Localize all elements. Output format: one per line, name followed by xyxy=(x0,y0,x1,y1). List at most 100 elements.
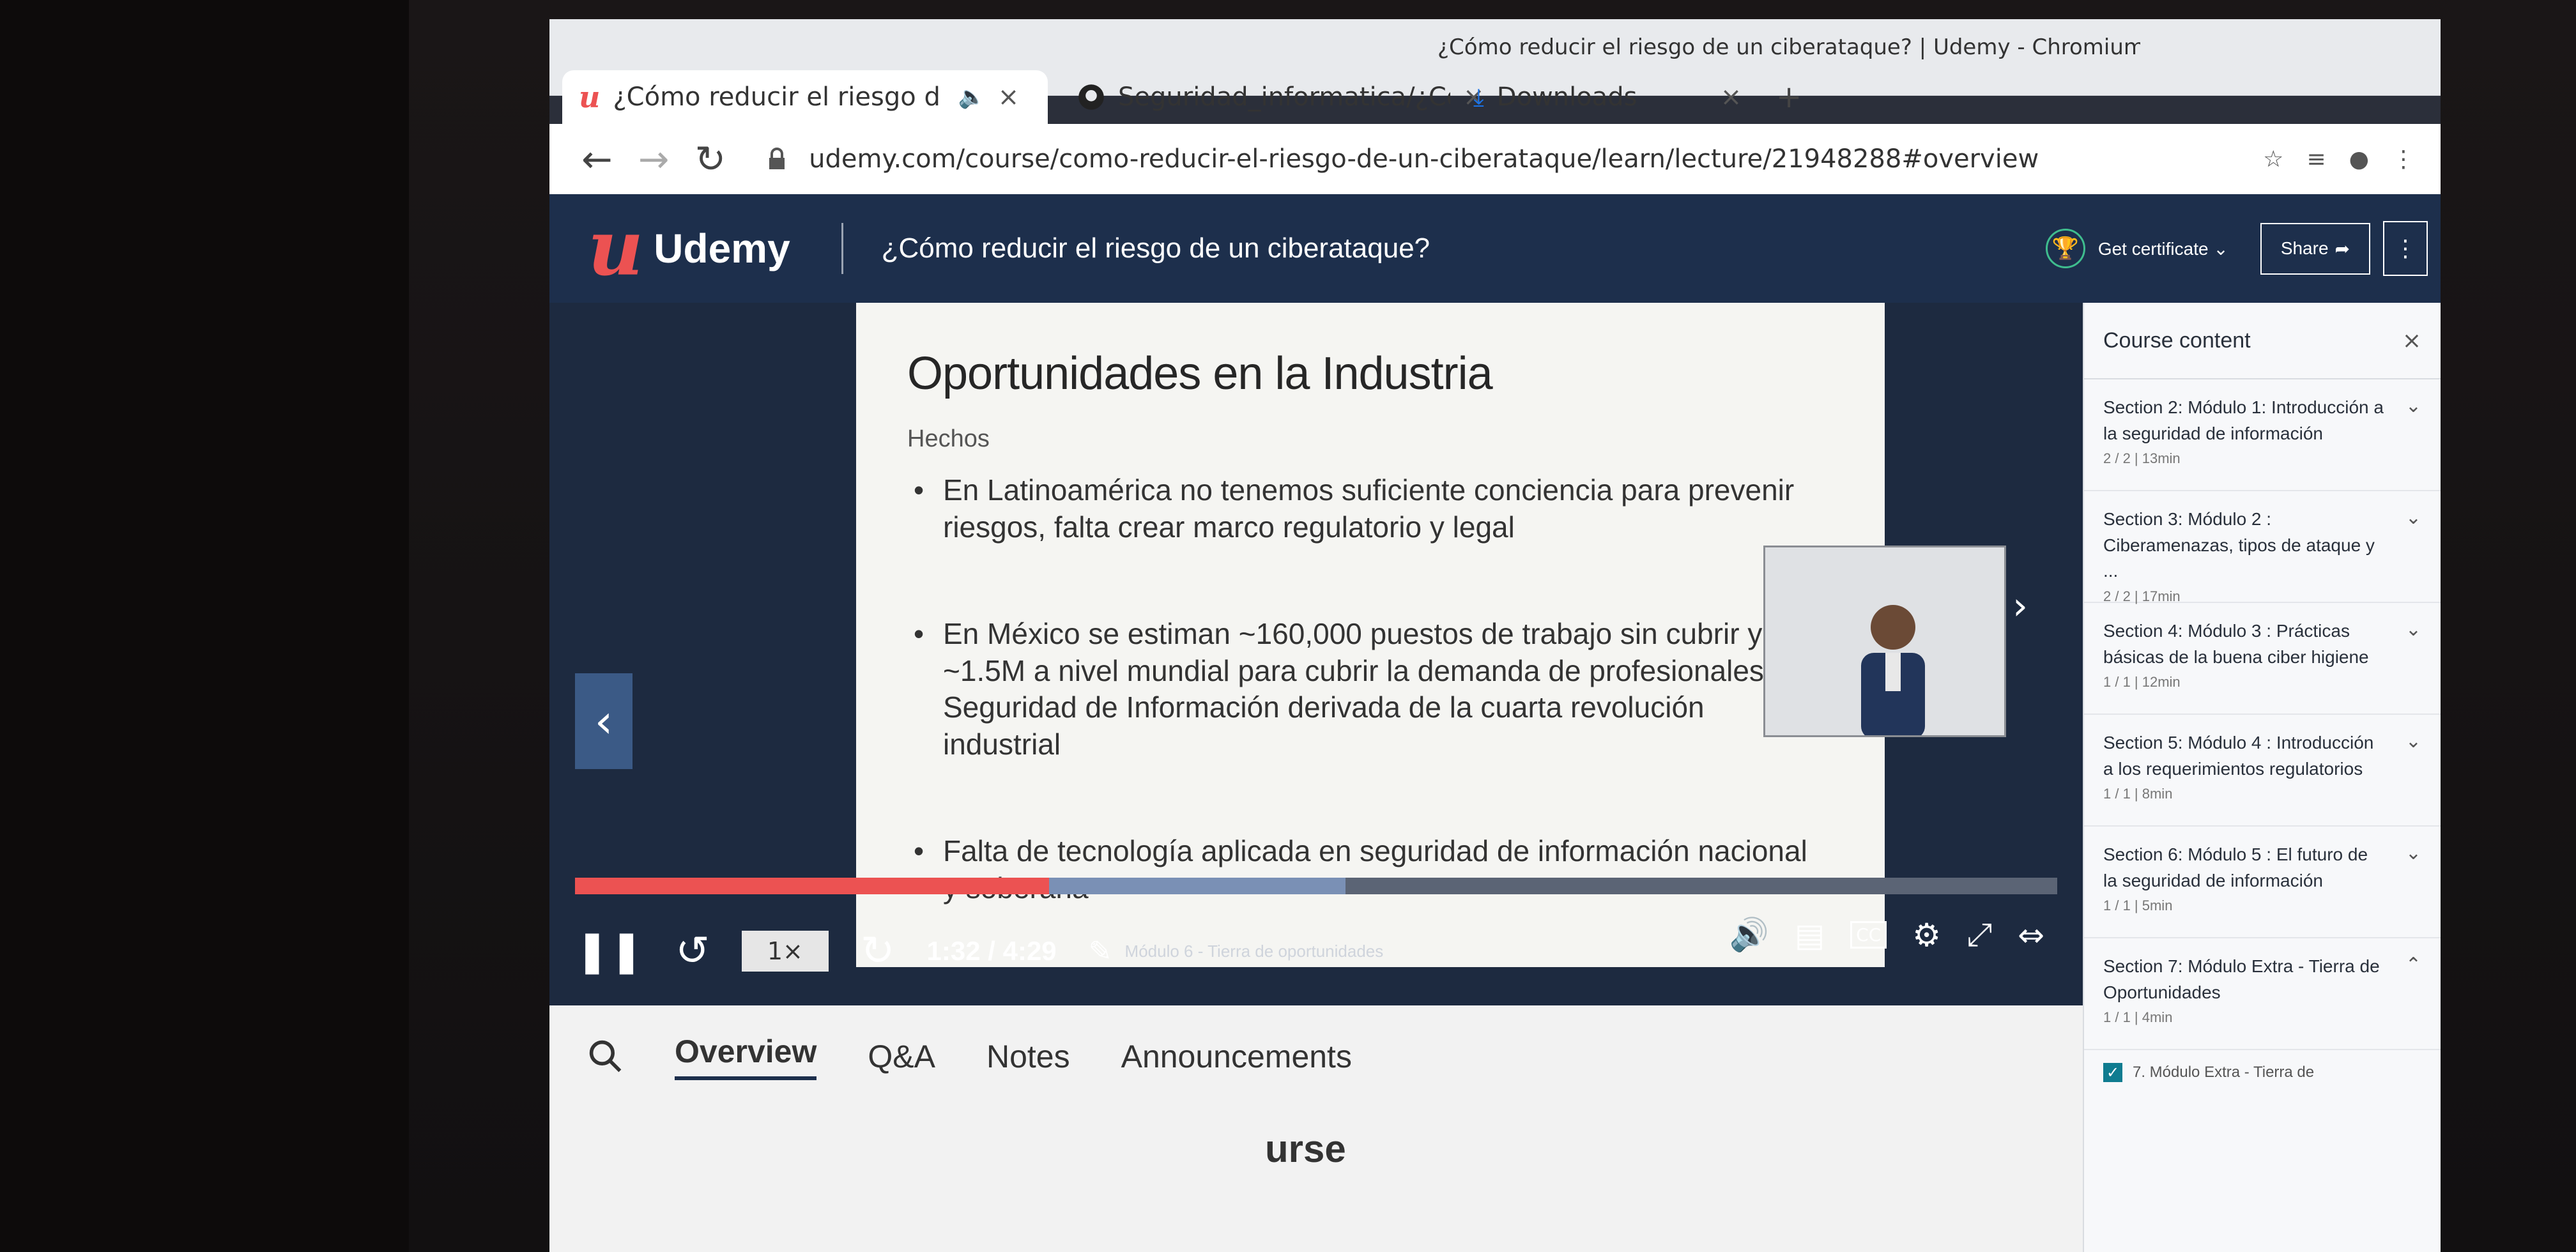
section-item[interactable]: Section 4: Módulo 3 : Prácticas básicas … xyxy=(2084,603,2441,715)
section-meta: 1 / 1 | 8min xyxy=(2103,786,2173,802)
get-certificate-label: Get certificate xyxy=(2097,238,2209,259)
share-label: Share xyxy=(2280,238,2329,258)
chevron-up-icon: ⌃ xyxy=(2405,954,2421,976)
window-title: ¿Cómo reducir el riesgo de un ciberataqu… xyxy=(1438,34,2140,60)
course-content-sidebar: Course content × Section 2: Módulo 1: In… xyxy=(2083,303,2441,1252)
slide-bullet: En Latinoamérica no tenemos suficiente c… xyxy=(907,472,1814,546)
share-arrow-icon: ➦ xyxy=(2334,238,2350,259)
tab-udemy[interactable]: u ¿Cómo reducir el riesgo d 🔈 × xyxy=(562,70,1048,124)
previous-lecture-button[interactable]: ‹ xyxy=(575,673,632,769)
control-row-right: 🔊 ▤ CC ⚙ ⤢ ⇔ xyxy=(1729,916,2044,954)
reload-icon[interactable]: ↻ xyxy=(682,130,739,188)
forward-icon[interactable]: → xyxy=(625,130,682,188)
media-icon[interactable]: ≡ xyxy=(2306,146,2326,172)
expand-icon[interactable]: ⇔ xyxy=(2018,917,2044,954)
slide-bullets: En Latinoamérica no tenemos suficiente c… xyxy=(907,472,1834,906)
note-icon[interactable]: ✎ xyxy=(1089,935,1112,968)
speaker-icon[interactable]: 🔈 xyxy=(958,84,985,110)
section-title: Section 7: Módulo Extra - Tierra de Opor… xyxy=(2103,956,2380,1002)
slide-subtitle: Hechos xyxy=(907,425,990,452)
pause-icon[interactable]: ❚❚ xyxy=(575,928,643,975)
section-item[interactable]: Section 5: Módulo 4 : Introducción a los… xyxy=(2084,715,2441,827)
section-item[interactable]: Section 3: Módulo 2 : Ciberamenazas, tip… xyxy=(2084,491,2441,604)
course-title[interactable]: ¿Cómo reducir el riesgo de un ciberataqu… xyxy=(882,233,1430,264)
address-bar[interactable]: udemy.com/course/como-reducir-el-riesgo-… xyxy=(764,130,2263,188)
share-button[interactable]: Share ➦ xyxy=(2260,222,2370,275)
star-icon[interactable]: ☆ xyxy=(2263,146,2283,172)
toolbar-icons: ☆ ≡ ● ⋮ xyxy=(2263,146,2415,172)
next-lecture-icon[interactable]: › xyxy=(2012,584,2028,629)
player-controls: ❚❚ ↺ 1× ↻ 1:32 / 4:29 ✎ Módulo 6 - Tierr… xyxy=(549,878,2083,1005)
search-icon[interactable] xyxy=(588,1039,624,1074)
control-row-left: ❚❚ ↺ 1× ↻ 1:32 / 4:29 ✎ Módulo 6 - Tierr… xyxy=(575,916,1383,986)
menu-icon[interactable]: ⋮ xyxy=(2392,146,2415,172)
lecture-item[interactable]: ✓ 7. Módulo Extra - Tierra de xyxy=(2084,1050,2441,1095)
more-options-button[interactable]: ⋮ xyxy=(2383,221,2428,276)
slide-bullet: En México se estiman ~160,000 puestos de… xyxy=(907,616,1814,763)
tab-qa[interactable]: Q&A xyxy=(868,1038,935,1075)
tab-strip: ¿Cómo reducir el riesgo de un ciberataqu… xyxy=(549,19,2441,124)
overview-heading: urse xyxy=(1265,1127,1346,1170)
section-meta: 2 / 2 | 17min xyxy=(2103,588,2181,604)
close-icon[interactable]: × xyxy=(2402,328,2421,354)
forward-icon[interactable]: ↻ xyxy=(861,928,895,975)
chevron-down-icon: ⌄ xyxy=(2213,238,2228,259)
instructor-video xyxy=(1763,546,2006,737)
chevron-down-icon: ⌄ xyxy=(2405,842,2421,864)
chevron-down-icon: ⌄ xyxy=(2405,618,2421,641)
section-meta: 1 / 1 | 4min xyxy=(2103,1009,2173,1026)
close-icon[interactable]: × xyxy=(1721,82,1742,112)
lecture-slide: Oportunidades en la Industria Hechos En … xyxy=(856,303,1885,967)
video-player[interactable]: Oportunidades en la Industria Hechos En … xyxy=(549,303,2083,1005)
section-meta: 2 / 2 | 13min xyxy=(2103,450,2181,467)
new-tab-button[interactable]: + xyxy=(1776,70,1802,124)
section-item[interactable]: Section 6: Módulo 5 : El futuro de la se… xyxy=(2084,827,2441,938)
time-display: 1:32 / 4:29 xyxy=(926,936,1057,966)
section-meta: 1 / 1 | 12min xyxy=(2103,674,2181,691)
tab-github[interactable]: Seguridad_informatica/¿Cóm × xyxy=(1061,70,1508,124)
captions-icon[interactable]: CC xyxy=(1850,921,1887,949)
udemy-header: u Udemy ¿Cómo reducir el riesgo de un ci… xyxy=(549,194,2441,303)
lecture-label: 7. Módulo Extra - Tierra de xyxy=(2133,1064,2315,1081)
tab-notes[interactable]: Notes xyxy=(986,1038,1070,1075)
section-title: Section 6: Módulo 5 : El futuro de la se… xyxy=(2103,844,2368,890)
section-item[interactable]: Section 7: Módulo Extra - Tierra de Opor… xyxy=(2084,938,2441,1050)
trophy-icon[interactable]: 🏆 xyxy=(2045,229,2085,268)
section-title: Section 2: Módulo 1: Introducción a la s… xyxy=(2103,397,2384,443)
close-icon[interactable]: × xyxy=(998,82,1020,112)
header-actions: 🏆 Get certificate ⌄ Share ➦ ⋮ xyxy=(2045,221,2428,276)
get-certificate-button[interactable]: Get certificate ⌄ xyxy=(2098,238,2228,259)
tab-label: ¿Cómo reducir el riesgo d xyxy=(613,82,940,112)
progress-bar[interactable] xyxy=(575,878,2057,894)
profile-icon[interactable]: ● xyxy=(2349,146,2369,172)
lecture-tabs-panel: Overview Q&A Notes Announcements urse xyxy=(549,1005,2083,1252)
udemy-logo-text: Udemy xyxy=(654,225,790,271)
udemy-favicon-icon: u xyxy=(579,80,601,114)
udemy-logo[interactable]: u Udemy xyxy=(588,210,790,287)
tab-label: Seguridad_informatica/¿Cóm xyxy=(1118,82,1450,112)
rewind-icon[interactable]: ↺ xyxy=(675,928,710,975)
sidebar-header: Course content × xyxy=(2084,303,2441,379)
browser-window: ¿Cómo reducir el riesgo de un ciberataqu… xyxy=(549,19,2441,1252)
section-title: Section 5: Módulo 4 : Introducción a los… xyxy=(2103,733,2374,779)
browser-toolbar: ← → ↻ udemy.com/course/como-reducir-el-r… xyxy=(549,124,2441,194)
instructor-figure xyxy=(1861,605,1925,735)
tab-overview[interactable]: Overview xyxy=(675,1033,817,1080)
tab-announcements[interactable]: Announcements xyxy=(1121,1038,1352,1075)
slide-title: Oportunidades en la Industria xyxy=(907,348,1493,399)
playback-rate-button[interactable]: 1× xyxy=(741,931,829,972)
section-meta: 1 / 1 | 5min xyxy=(2103,897,2173,914)
chevron-down-icon: ⌄ xyxy=(2405,730,2421,752)
settings-icon[interactable]: ⚙ xyxy=(1912,917,1941,954)
tab-downloads[interactable]: ⤓ Downloads × xyxy=(1457,70,1776,124)
url-text: udemy.com/course/como-reducir-el-riesgo-… xyxy=(809,144,2039,174)
checkbox-checked-icon[interactable]: ✓ xyxy=(2103,1063,2122,1082)
back-icon[interactable]: ← xyxy=(569,130,625,188)
tab-label: Downloads xyxy=(1496,82,1637,112)
volume-icon[interactable]: 🔊 xyxy=(1729,916,1769,954)
fullscreen-icon[interactable]: ⤢ xyxy=(1966,916,1992,954)
download-icon: ⤓ xyxy=(1473,82,1484,111)
sidebar-title: Course content xyxy=(2103,328,2251,353)
transcript-icon[interactable]: ▤ xyxy=(1795,917,1825,954)
section-item[interactable]: Section 2: Módulo 1: Introducción a la s… xyxy=(2084,379,2441,491)
